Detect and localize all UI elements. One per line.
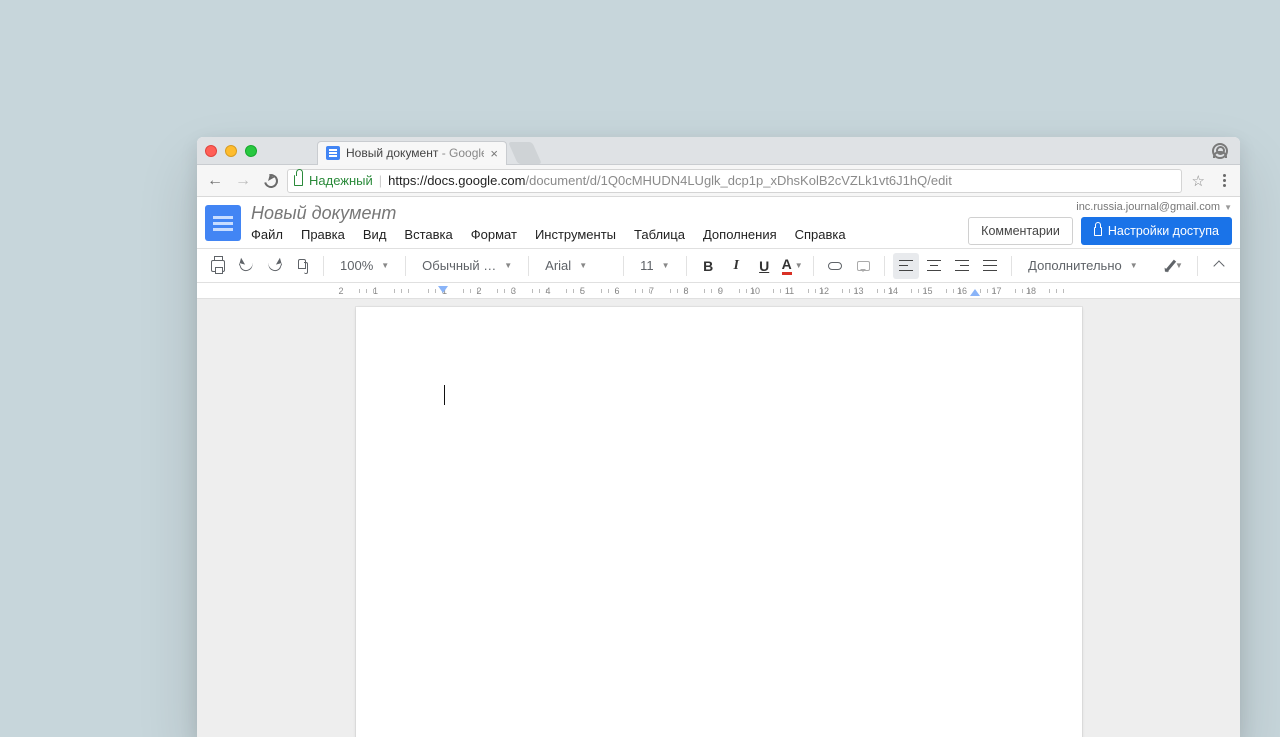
align-justify-button[interactable] [977, 253, 1003, 279]
first-line-indent-marker[interactable] [438, 286, 448, 293]
align-center-button[interactable] [921, 253, 947, 279]
insert-link-button[interactable] [822, 253, 848, 279]
menu-table[interactable]: Таблица [634, 227, 685, 242]
secure-label: Надежный [309, 173, 373, 188]
document-title[interactable]: Новый документ [251, 203, 958, 224]
user-email[interactable]: inc.russia.journal@gmail.com▼ [1076, 201, 1232, 213]
separator [623, 256, 624, 276]
align-right-button[interactable] [949, 253, 975, 279]
menu-format[interactable]: Формат [471, 227, 517, 242]
lock-icon [294, 175, 303, 186]
separator [884, 256, 885, 276]
separator [405, 256, 406, 276]
lock-icon [1094, 227, 1102, 236]
menu-bar: Файл Правка Вид Вставка Формат Инструмен… [251, 227, 958, 248]
right-indent-marker[interactable] [970, 289, 980, 296]
italic-button[interactable]: I [723, 253, 749, 279]
window-minimize-button[interactable] [225, 145, 237, 157]
share-button[interactable]: Настройки доступа [1081, 217, 1232, 245]
separator [528, 256, 529, 276]
nav-reload-button[interactable] [259, 169, 283, 193]
docs-header: Новый документ Файл Правка Вид Вставка Ф… [197, 197, 1240, 249]
omnibox[interactable]: Надежный | https://docs.google.com/docum… [287, 169, 1182, 193]
document-page[interactable] [356, 307, 1082, 737]
menu-view[interactable]: Вид [363, 227, 387, 242]
new-tab-button[interactable] [508, 142, 542, 164]
separator: | [379, 173, 382, 188]
redo-button[interactable] [261, 253, 287, 279]
separator [686, 256, 687, 276]
browser-menu-icon[interactable] [1223, 179, 1226, 182]
window-close-button[interactable] [205, 145, 217, 157]
nav-back-button[interactable]: ← [203, 169, 227, 193]
separator [1011, 256, 1012, 276]
print-button[interactable] [205, 253, 231, 279]
font-size-dropdown[interactable]: 11▼ [632, 253, 678, 279]
profile-icon[interactable] [1212, 143, 1228, 159]
tab-title: Новый документ - Google Д [346, 146, 484, 160]
comments-button[interactable]: Комментарии [968, 217, 1073, 245]
url-text: https://docs.google.com/document/d/1Q0cM… [388, 173, 952, 188]
toolbar: 100%▼ Обычный …▼ Arial▼ 11▼ B I U A▼ [197, 249, 1240, 283]
menu-file[interactable]: Файл [251, 227, 283, 242]
insert-comment-button[interactable] [850, 253, 876, 279]
separator [1197, 256, 1198, 276]
align-left-button[interactable] [893, 253, 919, 279]
paint-format-button[interactable] [289, 253, 315, 279]
browser-tab[interactable]: Новый документ - Google Д × [317, 141, 507, 165]
docs-favicon-icon [326, 146, 340, 160]
text-color-button[interactable]: A▼ [779, 253, 805, 279]
editing-mode-button[interactable]: ▼ [1163, 253, 1189, 279]
tab-strip: Новый документ - Google Д × [197, 137, 1240, 165]
menu-tools[interactable]: Инструменты [535, 227, 616, 242]
undo-button[interactable] [233, 253, 259, 279]
horizontal-ruler[interactable]: 21123456789101112131415161718 [197, 283, 1240, 299]
bold-button[interactable]: B [695, 253, 721, 279]
window-zoom-button[interactable] [245, 145, 257, 157]
more-tools-dropdown[interactable]: Дополнительно▼ [1020, 253, 1146, 279]
menu-insert[interactable]: Вставка [404, 227, 452, 242]
separator [813, 256, 814, 276]
browser-window: Новый документ - Google Д × ← → Надежный… [197, 137, 1240, 737]
menu-addons[interactable]: Дополнения [703, 227, 777, 242]
tab-close-button[interactable]: × [490, 147, 498, 160]
font-family-dropdown[interactable]: Arial▼ [537, 253, 615, 279]
docs-app-icon[interactable] [205, 205, 241, 241]
paragraph-style-dropdown[interactable]: Обычный …▼ [414, 253, 520, 279]
text-cursor [444, 385, 446, 405]
menu-help[interactable]: Справка [795, 227, 846, 242]
window-controls [205, 145, 257, 157]
editor-canvas: 21123456789101112131415161718 [197, 283, 1240, 737]
bookmark-star-icon[interactable]: ☆ [1192, 172, 1205, 190]
menu-edit[interactable]: Правка [301, 227, 345, 242]
separator [323, 256, 324, 276]
collapse-toolbar-button[interactable] [1206, 253, 1232, 279]
nav-forward-button[interactable]: → [231, 169, 255, 193]
zoom-dropdown[interactable]: 100%▼ [332, 253, 397, 279]
address-bar: ← → Надежный | https://docs.google.com/d… [197, 165, 1240, 197]
underline-button[interactable]: U [751, 253, 777, 279]
